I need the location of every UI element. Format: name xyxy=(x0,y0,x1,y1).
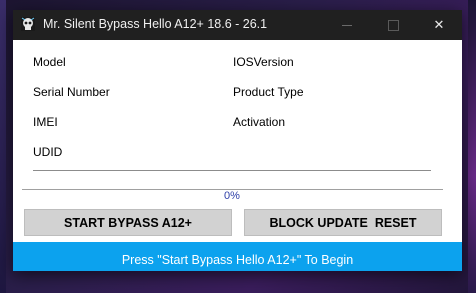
minimize-button[interactable] xyxy=(324,10,370,40)
serial-number-label: Serial Number xyxy=(33,85,110,99)
progress-percent: 0% xyxy=(224,190,240,202)
start-bypass-button[interactable]: START BYPASS A12+ xyxy=(24,209,232,236)
status-bar: Press "Start Bypass Hello A12+" To Begin xyxy=(13,242,462,271)
desktop-wallpaper-right xyxy=(468,0,476,293)
udid-label: UDID xyxy=(33,145,63,159)
close-icon: ✕ xyxy=(433,17,445,32)
imei-label: IMEI xyxy=(33,115,58,129)
status-message: Press "Start Bypass Hello A12+" To Begin xyxy=(121,252,354,267)
app-window: Mr. Silent Bypass Hello A12+ 18.6 - 26.1… xyxy=(13,10,462,271)
model-label: Model xyxy=(33,55,66,69)
close-button[interactable]: ✕ xyxy=(416,10,462,40)
maximize-icon xyxy=(387,19,399,31)
maximize-button[interactable] xyxy=(370,10,416,40)
window-title: Mr. Silent Bypass Hello A12+ 18.6 - 26.1 xyxy=(43,17,268,31)
product-type-label: Product Type xyxy=(233,85,304,99)
skull-icon xyxy=(21,17,35,31)
block-update-reset-button[interactable]: BLOCK UPDATE RESET xyxy=(244,209,442,236)
title-bar[interactable]: Mr. Silent Bypass Hello A12+ 18.6 - 26.1… xyxy=(13,10,462,40)
minimize-icon xyxy=(342,24,352,26)
info-divider xyxy=(33,170,431,171)
activation-label: Activation xyxy=(233,115,286,129)
ios-version-label: IOSVersion xyxy=(233,55,294,69)
desktop-wallpaper-left xyxy=(0,0,6,293)
